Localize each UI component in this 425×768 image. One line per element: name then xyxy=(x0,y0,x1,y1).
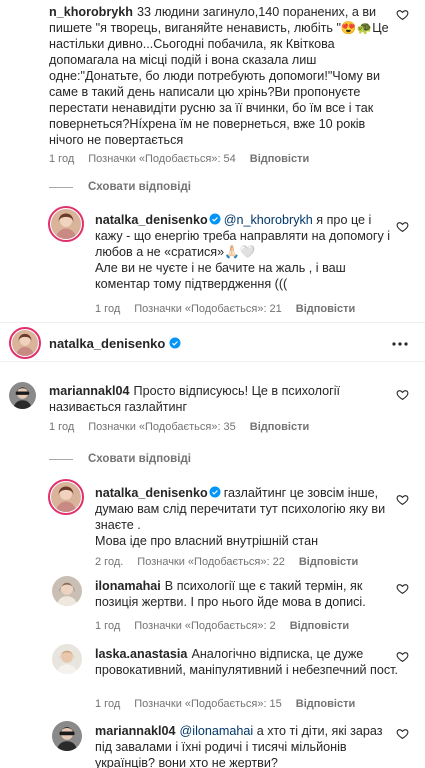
avatar[interactable] xyxy=(52,644,82,674)
comment-time[interactable]: 2 год. xyxy=(95,556,123,568)
verified-badge-icon xyxy=(209,213,221,225)
comment-meta: 1 год Позначки «Подобається»: 15 Відповіст… xyxy=(95,697,369,711)
reply-button[interactable]: Відповісти xyxy=(250,153,309,165)
reply-button[interactable]: Відповісти xyxy=(296,698,355,710)
verified-badge-icon xyxy=(169,337,181,349)
reply-button[interactable]: Відповісти xyxy=(296,303,355,315)
avatar[interactable] xyxy=(52,721,82,751)
avatar[interactable] xyxy=(52,576,82,606)
comment-likes[interactable]: Позначки «Подобається»: 22 xyxy=(137,556,285,568)
post-owner-header: natalka_denisenko xyxy=(0,322,425,362)
comment-text: 33 людини загинуло,140 поранених, а ви п… xyxy=(49,5,389,147)
avatar[interactable] xyxy=(48,206,84,242)
comment-meta: 2 год. Позначки «Подобається»: 22 Відповіс… xyxy=(95,555,372,569)
comment-body: n_khorobrykh 33 людини загинуло,140 поран… xyxy=(49,4,399,148)
owner-username-text[interactable]: natalka_denisenko xyxy=(49,336,165,351)
comment-username[interactable]: n_khorobrykh xyxy=(49,5,133,19)
avatar[interactable] xyxy=(48,479,84,515)
comment-likes[interactable]: Позначки «Подобається»: 15 xyxy=(134,698,282,710)
comment-username[interactable]: mariannakl04 xyxy=(95,724,176,738)
reply-button[interactable]: Відповісти xyxy=(250,421,309,433)
comment-likes[interactable]: Позначки «Подобається»: 2 xyxy=(134,620,275,632)
comment-body: laska.anastasia Аналогічно відписка, це д… xyxy=(95,646,400,678)
comment-username[interactable]: natalka_denisenko xyxy=(95,486,208,500)
avatar[interactable] xyxy=(9,327,41,359)
comment-username[interactable]: mariannakl04 xyxy=(49,384,130,398)
comment-mention[interactable]: @n_khorobrykh xyxy=(224,213,313,227)
comment-time[interactable]: 1 год xyxy=(95,303,120,315)
comment-mention[interactable]: @ilonamahai xyxy=(180,724,254,738)
comment-likes[interactable]: Позначки «Подобається»: 21 xyxy=(134,303,282,315)
reply-button[interactable]: Відповісти xyxy=(290,620,349,632)
reply-button[interactable]: Відповісти xyxy=(299,556,358,568)
comment-meta: 1 год Позначки «Подобається»: 2 Відповісти xyxy=(95,619,363,633)
more-options-icon[interactable] xyxy=(392,342,408,346)
hide-replies-button[interactable]: Сховати відповіді xyxy=(88,180,191,194)
comment-body: natalka_denisenko @n_khorobrykh я про це … xyxy=(95,212,400,292)
verified-badge-icon xyxy=(209,486,221,498)
hide-replies-line xyxy=(49,459,73,460)
comment-time[interactable]: 1 год xyxy=(49,421,74,433)
comment-body: ilonamahai В психології ще є такий термін… xyxy=(95,578,400,610)
comment-username[interactable]: laska.anastasia xyxy=(95,647,187,661)
comment-time[interactable]: 1 год xyxy=(95,620,120,632)
comment-meta: 1 год Позначки «Подобається»: 21 Відповіст… xyxy=(95,302,369,316)
comment-likes[interactable]: Позначки «Подобається»: 54 xyxy=(88,153,236,165)
comment-meta: 1 год Позначки «Подобається»: 54 Відповіст… xyxy=(49,152,323,166)
comment-likes[interactable]: Позначки «Подобається»: 35 xyxy=(88,421,236,433)
comment-time[interactable]: 1 год xyxy=(49,153,74,165)
comment-username[interactable]: ilonamahai xyxy=(95,579,161,593)
hide-replies-line xyxy=(49,187,73,188)
avatar[interactable] xyxy=(9,382,36,409)
comment-body: natalka_denisenko газлайтинг це зовсім ін… xyxy=(95,485,400,549)
comment-meta: 1 год Позначки «Подобається»: 35 Відповіст… xyxy=(49,420,323,434)
comment-time[interactable]: 1 год xyxy=(95,698,120,710)
owner-username[interactable]: natalka_denisenko xyxy=(49,336,184,351)
comment-username[interactable]: natalka_denisenko xyxy=(95,213,208,227)
comment-body: mariannakl04 @ilonamahai а хто ті діти, я… xyxy=(95,723,400,768)
comment-body: mariannakl04 Просто відписуюсь! Це в псих… xyxy=(49,383,399,415)
hide-replies-button[interactable]: Сховати відповіді xyxy=(88,452,191,466)
